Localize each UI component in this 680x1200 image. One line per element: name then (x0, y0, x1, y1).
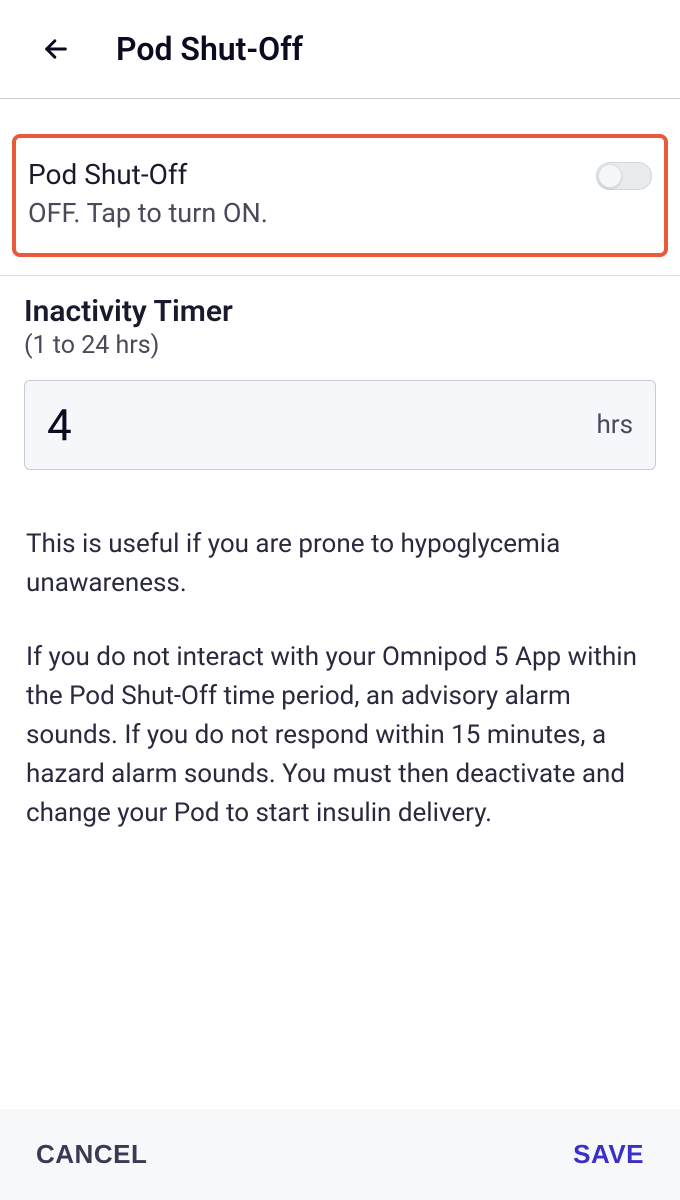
timer-unit: hrs (596, 410, 633, 440)
cancel-button[interactable]: CANCEL (36, 1139, 147, 1170)
timer-range: (1 to 24 hrs) (24, 331, 656, 360)
description-para1: This is useful if you are prone to hypog… (26, 525, 654, 603)
arrow-left-icon (42, 35, 70, 63)
inactivity-timer-section: Inactivity Timer (1 to 24 hrs) 4 hrs (0, 276, 680, 470)
timer-title: Inactivity Timer (24, 294, 656, 329)
back-button[interactable] (40, 33, 72, 65)
pod-shutoff-toggle[interactable] (596, 162, 652, 190)
toggle-labels: Pod Shut-Off OFF. Tap to turn ON. (28, 158, 596, 229)
footer: CANCEL SAVE (0, 1109, 680, 1200)
toggle-subtitle: OFF. Tap to turn ON. (28, 197, 596, 229)
description: This is useful if you are prone to hypog… (0, 470, 680, 833)
timer-value: 4 (47, 399, 72, 451)
description-para2: If you do not interact with your Omnipod… (26, 638, 654, 833)
pod-shutoff-toggle-row[interactable]: Pod Shut-Off OFF. Tap to turn ON. (12, 134, 668, 257)
save-button[interactable]: SAVE (573, 1139, 644, 1170)
header: Pod Shut-Off (0, 0, 680, 99)
toggle-title: Pod Shut-Off (28, 158, 596, 191)
inactivity-timer-input[interactable]: 4 hrs (24, 380, 656, 470)
page-title: Pod Shut-Off (116, 30, 303, 68)
toggle-knob (598, 164, 622, 188)
